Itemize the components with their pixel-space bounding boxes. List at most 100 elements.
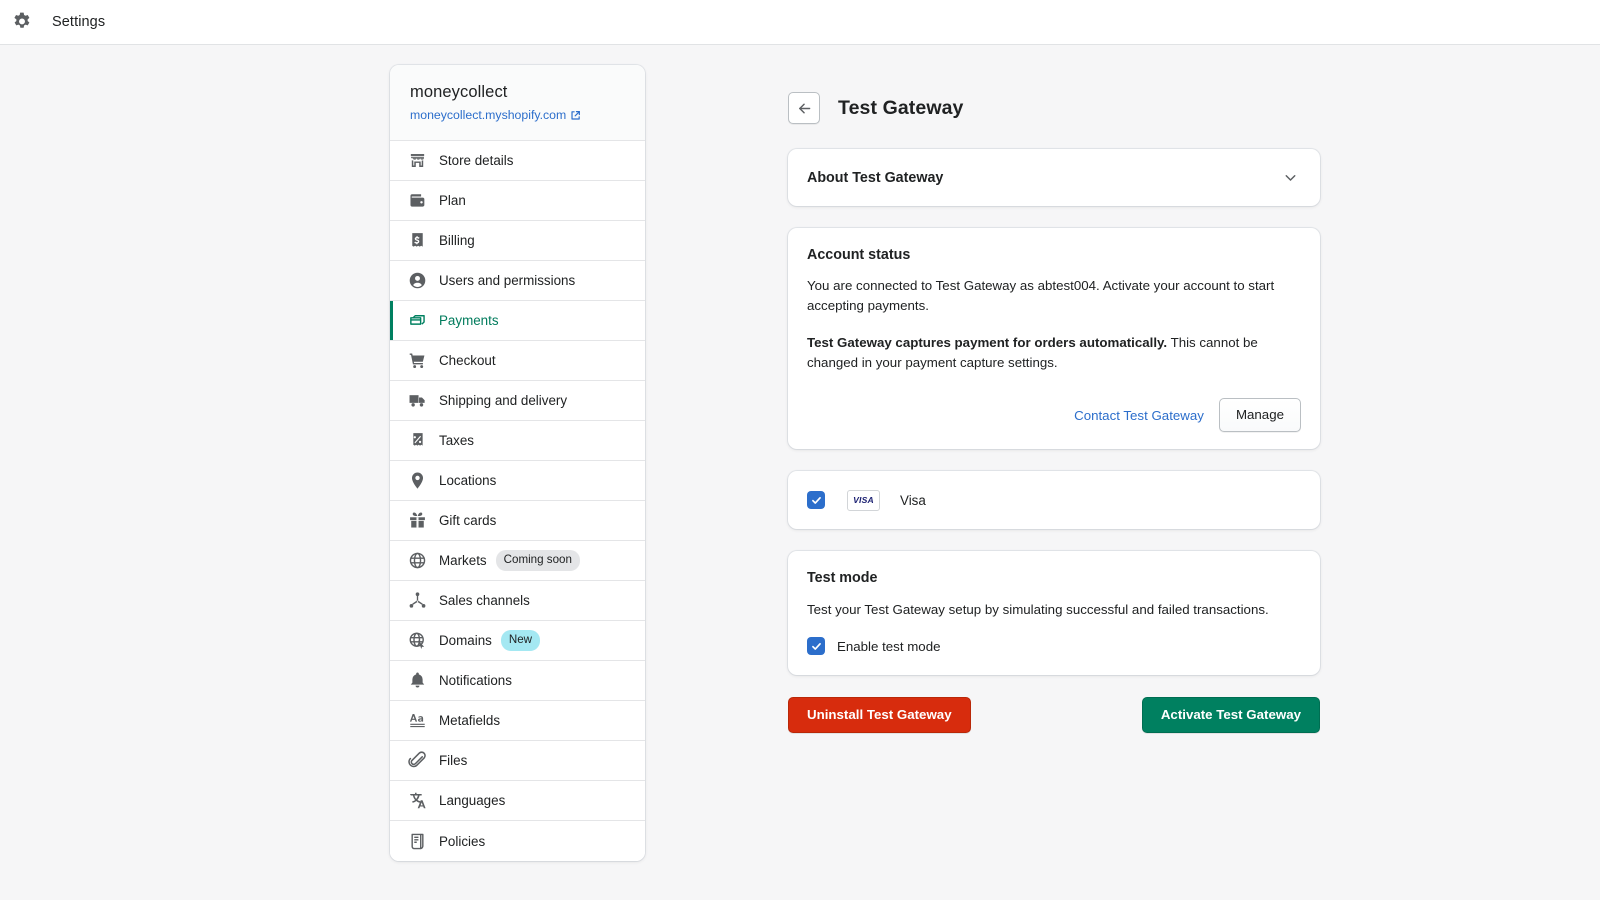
enable-test-mode-row: Enable test mode [807, 637, 1301, 656]
account-status-body: Account status You are connected to Test… [788, 228, 1320, 449]
gift-icon [408, 511, 427, 530]
shopping-cart-icon [408, 351, 427, 370]
globe-icon [408, 551, 427, 570]
sidebar-item-locations[interactable]: Locations [390, 461, 645, 501]
top-bar: Settings [0, 0, 1600, 45]
sidebar-item-markets[interactable]: Markets Coming soon [390, 541, 645, 581]
payment-method-row: VISA Visa [788, 471, 1320, 529]
about-card: About Test Gateway [788, 149, 1320, 206]
sidebar-item-label: Plan [439, 193, 466, 208]
percent-receipt-icon [408, 431, 427, 450]
app-title: Settings [52, 14, 106, 30]
sidebar-item-shipping-and-delivery[interactable]: Shipping and delivery [390, 381, 645, 421]
sidebar-item-label: Billing [439, 233, 475, 248]
arrow-left-icon [798, 103, 810, 113]
sidebar-item-store-details[interactable]: Store details [390, 141, 645, 181]
sidebar-item-label: Sales channels [439, 593, 530, 608]
sidebar-item-metafields[interactable]: Metafields [390, 701, 645, 741]
test-mode-card: Test mode Test your Test Gateway setup b… [788, 551, 1320, 676]
contact-gateway-link[interactable]: Contact Test Gateway [1074, 408, 1204, 423]
sidebar-item-users-and-permissions[interactable]: Users and permissions [390, 261, 645, 301]
sidebar-item-badge: Coming soon [495, 550, 580, 571]
paperclip-icon [408, 751, 427, 770]
sidebar-item-plan[interactable]: Plan [390, 181, 645, 221]
sidebar-item-gift-cards[interactable]: Gift cards [390, 501, 645, 541]
enable-test-mode-label: Enable test mode [837, 638, 941, 654]
receipt-dollar-icon [408, 231, 427, 250]
sidebar-item-label: Files [439, 753, 468, 768]
visa-checkbox[interactable] [807, 491, 825, 510]
uninstall-gateway-button[interactable]: Uninstall Test Gateway [788, 697, 971, 734]
channels-icon [408, 591, 427, 610]
sidebar-item-label: Notifications [439, 673, 512, 688]
settings-sidebar: moneycollect moneycollect.myshopify.com … [390, 65, 645, 861]
store-name: moneycollect [410, 83, 508, 101]
store-url-text: moneycollect.myshopify.com [410, 108, 567, 122]
map-pin-icon [408, 471, 427, 490]
gear-icon [11, 11, 33, 33]
sidebar-item-taxes[interactable]: Taxes [390, 421, 645, 461]
checkmark-icon [811, 642, 821, 650]
wallet-icon [408, 191, 427, 210]
back-button[interactable] [788, 92, 820, 124]
sidebar-nav-list: Store details Plan Billing Users and permis… [390, 141, 645, 861]
account-status-paragraph-1: You are connected to Test Gateway as abt… [807, 278, 1275, 313]
footer-actions: Uninstall Test Gateway Activate Test Gat… [788, 697, 1320, 734]
sidebar-item-label: Markets [439, 553, 487, 568]
activate-gateway-button[interactable]: Activate Test Gateway [1141, 697, 1320, 734]
sidebar-item-label: Payments [439, 313, 499, 328]
sidebar-item-billing[interactable]: Billing [390, 221, 645, 261]
delivery-truck-icon [408, 391, 427, 410]
globe-pointer-icon [408, 631, 427, 650]
sidebar-item-checkout[interactable]: Checkout [390, 341, 645, 381]
sidebar-item-badge: New [500, 630, 541, 651]
sidebar-item-domains[interactable]: Domains New [390, 621, 645, 661]
about-accordion-toggle[interactable]: About Test Gateway [788, 149, 1320, 206]
manage-button[interactable]: Manage [1218, 398, 1301, 433]
sidebar-item-label: Domains [439, 633, 492, 648]
store-url-link[interactable]: moneycollect.myshopify.com [410, 108, 581, 122]
sidebar-item-label: Store details [439, 153, 514, 168]
account-status-title: Account status [807, 247, 911, 263]
about-title: About Test Gateway [807, 169, 944, 186]
sidebar-item-label: Metafields [439, 713, 501, 728]
sidebar-item-sales-channels[interactable]: Sales channels [390, 581, 645, 621]
payment-method-card: VISA Visa [788, 471, 1320, 530]
payment-method-name: Visa [900, 492, 926, 508]
sidebar-item-policies[interactable]: Policies [390, 821, 645, 861]
sidebar-item-label: Policies [439, 833, 486, 849]
payment-card-icon [408, 311, 427, 330]
page-body: moneycollect moneycollect.myshopify.com … [0, 45, 1600, 900]
account-status-card: Account status You are connected to Test… [788, 228, 1320, 450]
sidebar-item-label: Users and permissions [439, 273, 576, 288]
sidebar-item-label: Locations [439, 473, 497, 488]
sidebar-item-label: Languages [439, 793, 506, 808]
page-header: Test Gateway [788, 89, 1320, 127]
chevron-down-icon [1282, 169, 1299, 186]
sidebar-item-notifications[interactable]: Notifications [390, 661, 645, 701]
main-content: Test Gateway About Test Gateway Account … [788, 65, 1320, 734]
sidebar-item-label: Shipping and delivery [439, 393, 568, 408]
account-status-actions: Contact Test Gateway Manage [807, 398, 1301, 433]
store-icon [408, 151, 427, 170]
checkmark-icon [811, 496, 821, 504]
text-aa-icon [408, 711, 427, 730]
external-link-icon [570, 110, 581, 121]
sidebar-item-payments[interactable]: Payments [390, 301, 645, 341]
sidebar-item-label: Gift cards [439, 513, 497, 528]
test-mode-description: Test your Test Gateway setup by simulati… [807, 602, 1269, 618]
sidebar-item-label: Checkout [439, 353, 496, 368]
test-mode-body: Test mode Test your Test Gateway setup b… [788, 551, 1320, 675]
sidebar-item-files[interactable]: Files [390, 741, 645, 781]
visa-logo: VISA [847, 489, 880, 511]
person-circle-icon [408, 271, 427, 290]
translate-icon [408, 791, 427, 810]
enable-test-mode-checkbox[interactable] [807, 637, 825, 656]
policy-document-icon [408, 832, 427, 851]
test-mode-title: Test mode [807, 570, 878, 587]
sidebar-item-label: Taxes [439, 433, 474, 448]
account-status-paragraph-2: Test Gateway captures payment for orders… [807, 333, 1301, 372]
capture-notice-bold: Test Gateway captures payment for orders… [807, 335, 1168, 351]
sidebar-item-languages[interactable]: Languages [390, 781, 645, 821]
bell-icon [408, 671, 427, 690]
